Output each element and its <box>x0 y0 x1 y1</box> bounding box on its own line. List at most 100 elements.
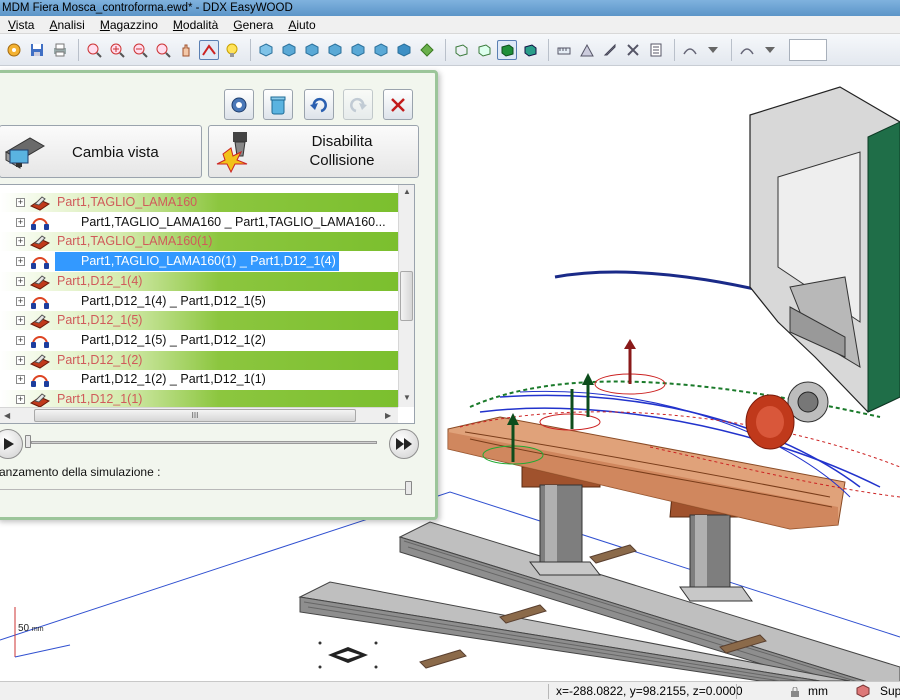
expand-icon[interactable]: + <box>16 198 25 207</box>
panel-redo-button[interactable] <box>343 89 373 120</box>
expand-icon[interactable]: + <box>16 257 25 267</box>
menu-analisi[interactable]: Analisi <box>41 16 91 34</box>
simulation-speed-handle[interactable] <box>405 481 412 495</box>
zoom-window-icon[interactable] <box>84 40 104 60</box>
expand-icon[interactable]: + <box>16 217 25 227</box>
panel-recycle-button[interactable] <box>263 89 293 120</box>
panel-undo-button[interactable] <box>304 89 334 120</box>
operations-tree[interactable]: + Part1,TAGLIO_LAMA160 + Part1,TAGLIO_LAMA1… <box>0 184 415 424</box>
view-left-icon[interactable] <box>325 40 345 60</box>
change-view-label: Cambia vista <box>72 144 159 161</box>
menu-aiuto[interactable]: Aiuto <box>280 16 322 34</box>
part-icon <box>29 352 51 369</box>
view-bottom-icon[interactable] <box>394 40 414 60</box>
collision-label-line1: Disabilita <box>311 133 373 150</box>
dropdown-arrow-icon[interactable] <box>760 40 780 60</box>
wireframe-icon[interactable] <box>451 40 471 60</box>
section-icon[interactable] <box>680 40 700 60</box>
disable-collision-button[interactable]: Disabilita Collisione <box>208 125 419 178</box>
undo-icon <box>310 97 327 112</box>
tree-operation-row[interactable]: + Part1,D12_1(2) _ Part1,D12_1(1) <box>0 370 398 389</box>
tree-operation-row[interactable]: + Part1,TAGLIO_LAMA160(1) _ Part1,D12_1(4… <box>0 252 398 272</box>
scroll-right-arrow-icon[interactable]: ▶ <box>385 411 391 420</box>
machine-icon[interactable] <box>577 40 597 60</box>
fast-forward-button[interactable] <box>389 429 419 459</box>
view-right-icon[interactable] <box>348 40 368 60</box>
dropdown-arrow-icon[interactable] <box>703 40 723 60</box>
tree-group-row[interactable]: + Part1,D12_1(5) <box>0 311 398 331</box>
measure-icon[interactable] <box>554 40 574 60</box>
pan-icon[interactable] <box>176 40 196 60</box>
panel-settings-button[interactable] <box>224 89 254 120</box>
menu-modalita[interactable]: Modalità <box>165 16 225 34</box>
expand-icon[interactable]: + <box>16 296 25 306</box>
scroll-up-arrow-icon[interactable]: ▲ <box>403 187 411 196</box>
view-back-icon[interactable] <box>302 40 322 60</box>
tree-group-row[interactable]: + Part1,D12_1(4) <box>0 271 398 291</box>
tree-group-row[interactable]: + Part1,TAGLIO_LAMA160(1) <box>0 232 398 252</box>
expand-icon[interactable]: + <box>16 237 25 247</box>
path-icon[interactable] <box>199 39 219 60</box>
expand-icon[interactable]: + <box>16 375 25 385</box>
shaded-icon[interactable] <box>497 39 517 60</box>
view-cube-icon[interactable] <box>856 684 870 698</box>
toolbar-input[interactable] <box>789 38 827 61</box>
view-top-icon[interactable] <box>371 40 391 60</box>
tree-row-label: Part1,D12_1(2) <box>57 352 143 367</box>
tree-row-label: Part1,TAGLIO_LAMA160 _ Part1,TAGLIO_LAMA… <box>81 214 386 229</box>
simulation-panel: Cambia vista Disabilita Collisione + Part… <box>0 70 438 520</box>
tree-horizontal-scrollbar[interactable]: ◀ III ▶ <box>0 407 398 423</box>
panel-close-button[interactable] <box>383 89 413 120</box>
tool-icon[interactable] <box>600 40 620 60</box>
tree-row-label: Part1,D12_1(5) _ Part1,D12_1(2) <box>81 332 266 347</box>
tree-group-row[interactable]: + Part1,D12_1(2) <box>0 350 398 370</box>
expand-icon[interactable]: + <box>16 276 25 286</box>
menu-vista[interactable]: Vista <box>0 16 41 34</box>
tree-group-row[interactable]: + Part1,TAGLIO_LAMA160 <box>0 193 398 212</box>
view-front-icon[interactable] <box>279 40 299 60</box>
tree-row-label: Part1,D12_1(4) _ Part1,D12_1(5) <box>81 293 266 308</box>
timeline-handle[interactable] <box>25 435 31 448</box>
tree-row-label: Part1,TAGLIO_LAMA160 <box>57 195 198 209</box>
units-indicator[interactable]: mm <box>808 682 828 700</box>
save-icon[interactable] <box>27 40 47 60</box>
menu-magazzino[interactable]: Magazzino <box>92 16 165 34</box>
tree-operation-row[interactable]: + Part1,TAGLIO_LAMA160 _ Part1,TAGLIO_LAM… <box>0 213 398 232</box>
recycle-bin-icon <box>270 96 286 114</box>
view-reset-icon[interactable] <box>417 40 437 60</box>
expand-icon[interactable]: + <box>16 316 25 326</box>
tools-icon[interactable] <box>623 40 643 60</box>
zoom-all-icon[interactable] <box>153 40 173 60</box>
section-2-icon[interactable] <box>737 40 757 60</box>
shaded-edges-icon[interactable] <box>520 40 540 60</box>
view-mode-indicator[interactable]: Sup <box>880 682 900 700</box>
tree-vertical-scrollbar[interactable]: ▲ ▼ <box>398 185 414 407</box>
tree-operation-row[interactable]: + Part1,D12_1(5) _ Part1,D12_1(2) <box>0 331 398 350</box>
part-icon <box>29 391 51 408</box>
zoom-in-icon[interactable] <box>107 40 127 60</box>
hidden-line-icon[interactable] <box>474 40 494 60</box>
tree-operation-row[interactable]: + Part1,D12_1(4) _ Part1,D12_1(5) <box>0 292 398 311</box>
simulation-speed-slider[interactable] <box>0 489 407 490</box>
menu-genera[interactable]: Genera <box>225 16 280 34</box>
status-bar: x=-288.0822, y=98.2155, z=0.0000 mm Sup <box>0 681 900 700</box>
expand-icon[interactable]: + <box>16 395 25 404</box>
light-icon[interactable] <box>222 40 242 60</box>
app-window: MDM Fiera Mosca_controforma.ewd* - DDX E… <box>0 0 900 700</box>
expand-icon[interactable]: + <box>16 355 25 365</box>
horizontal-scroll-thumb[interactable]: III <box>34 409 356 422</box>
menu-bar: Vista Analisi Magazzino Modalità Genera … <box>0 16 900 34</box>
print-icon[interactable] <box>50 40 70 60</box>
tree-row-label: Part1,D12_1(2) _ Part1,D12_1(1) <box>81 372 266 387</box>
scroll-left-arrow-icon[interactable]: ◀ <box>4 411 10 420</box>
checklist-icon[interactable] <box>646 40 666 60</box>
zoom-out-icon[interactable] <box>130 40 150 60</box>
scroll-down-arrow-icon[interactable]: ▼ <box>403 393 411 402</box>
simulation-timeline[interactable] <box>31 441 377 444</box>
expand-icon[interactable]: + <box>16 335 25 345</box>
play-button[interactable] <box>0 429 23 459</box>
vertical-scroll-thumb[interactable] <box>400 271 413 321</box>
view-iso-icon[interactable] <box>256 40 276 60</box>
settings-icon[interactable] <box>4 40 24 60</box>
change-view-button[interactable]: Cambia vista <box>0 125 202 178</box>
